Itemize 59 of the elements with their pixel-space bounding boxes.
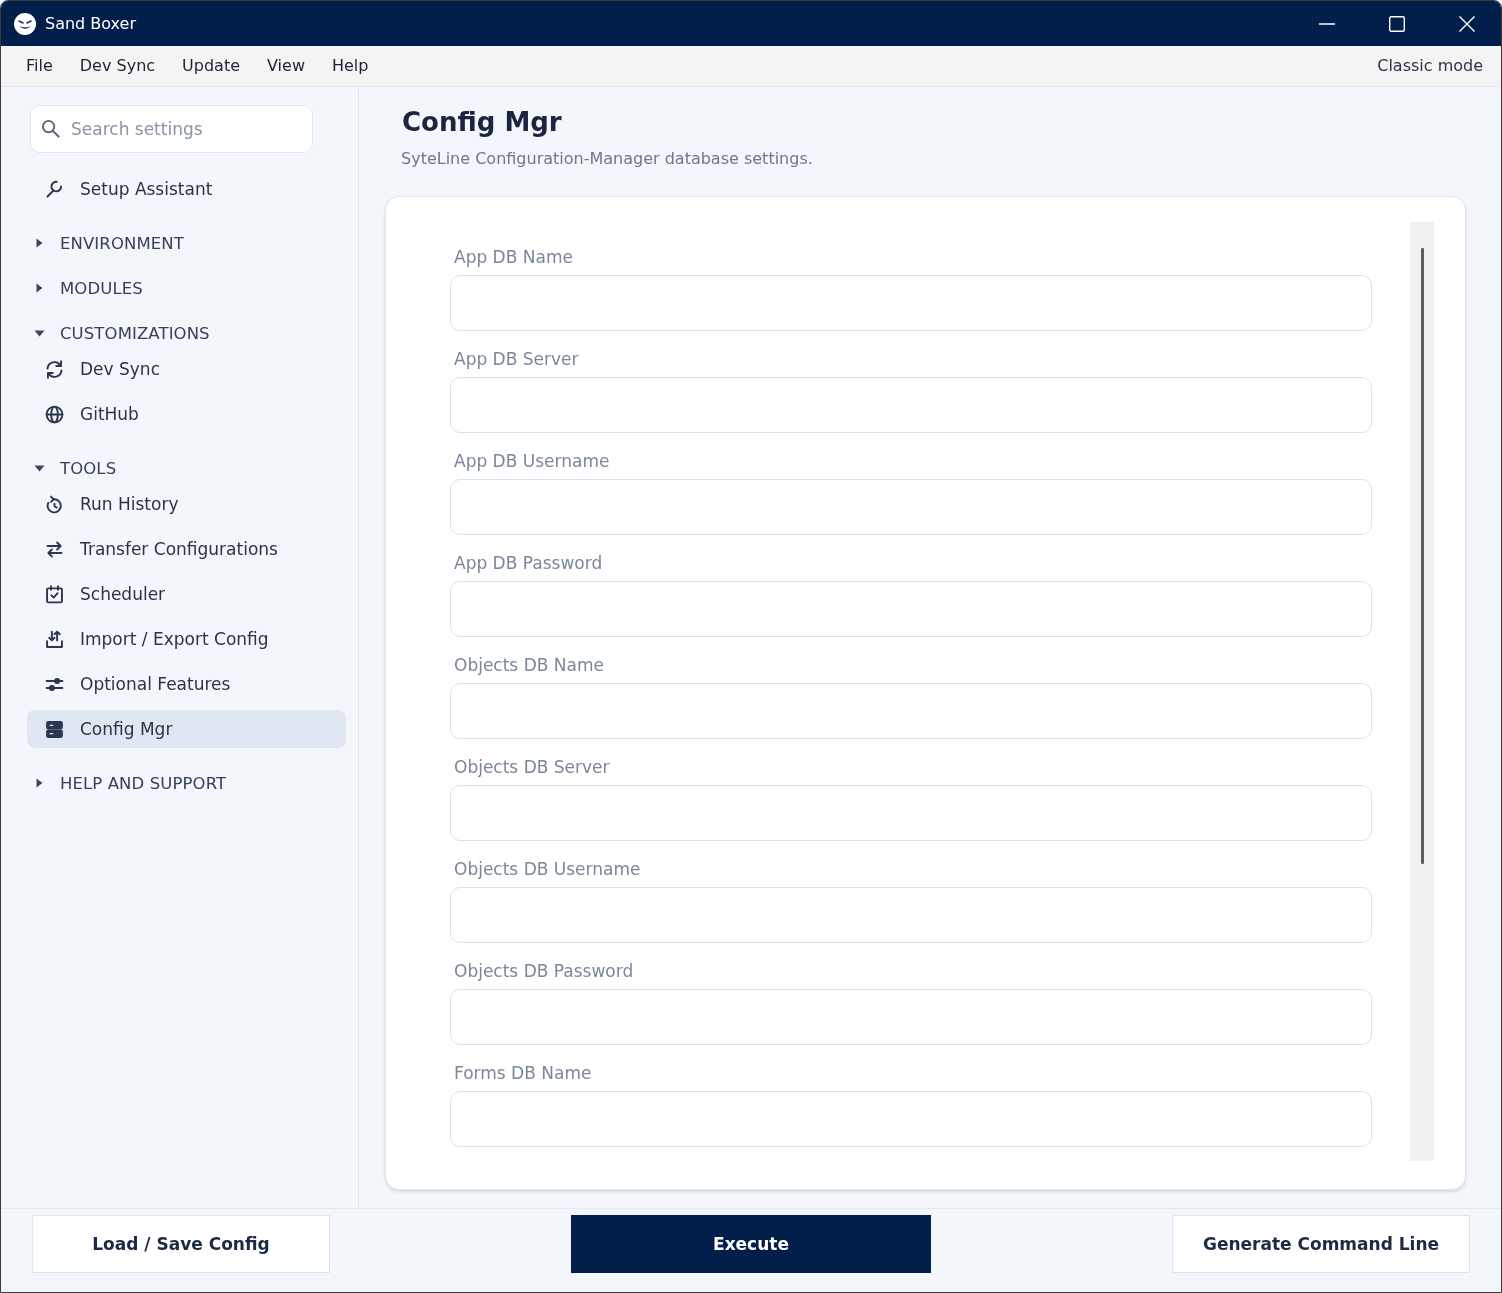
nav-item[interactable]: Setup Assistant <box>27 170 346 208</box>
page-title: Config Mgr <box>401 106 563 139</box>
wrench-icon <box>44 178 65 200</box>
text-field[interactable] <box>450 989 1372 1045</box>
field-label: Objects DB Server <box>453 756 611 779</box>
maximize-icon[interactable] <box>1389 15 1405 32</box>
action-button[interactable]: Load / Save Config <box>32 1215 330 1273</box>
text-field[interactable] <box>450 581 1372 637</box>
section-header[interactable]: MODULES <box>27 271 346 305</box>
text-field[interactable] <box>450 479 1372 535</box>
nav-item[interactable]: Optional Features <box>27 665 346 703</box>
text-field[interactable] <box>450 887 1372 943</box>
field-label: Forms DB Name <box>453 1062 593 1085</box>
field-label: Objects DB Name <box>453 654 605 677</box>
globe-icon <box>44 403 65 425</box>
menu-item[interactable]: Dev Sync <box>79 55 156 77</box>
field-label: App DB Username <box>453 450 611 473</box>
field-label: App DB Name <box>453 246 574 269</box>
field-label: Objects DB Password <box>453 960 635 983</box>
server-icon <box>44 718 65 740</box>
text-field[interactable] <box>450 377 1372 433</box>
action-button[interactable]: Generate Command Line <box>1172 1215 1470 1273</box>
menu-item[interactable]: Update <box>182 55 240 77</box>
nav-item[interactable]: Dev Sync <box>27 350 346 388</box>
menu-item[interactable]: File <box>26 55 53 77</box>
field-label: App DB Server <box>453 348 580 371</box>
minimize-icon[interactable] <box>1319 22 1335 25</box>
calendar-check-icon <box>44 583 65 605</box>
text-field[interactable] <box>450 683 1372 739</box>
action-button[interactable]: Execute <box>571 1215 931 1273</box>
menu-item[interactable]: Help <box>332 55 369 77</box>
nav-item[interactable]: Run History <box>27 485 346 523</box>
nav-item[interactable]: Config Mgr <box>27 710 346 748</box>
history-icon <box>44 493 65 515</box>
nav-item[interactable]: GitHub <box>27 395 346 433</box>
nav-item[interactable]: Scheduler <box>27 575 346 613</box>
field-label: Objects DB Username <box>453 858 642 881</box>
menu-item[interactable]: View <box>267 55 305 77</box>
close-icon[interactable] <box>1459 15 1475 32</box>
section-header[interactable]: TOOLS <box>27 451 346 485</box>
section-header[interactable]: HELP AND SUPPORT <box>27 766 346 800</box>
nav-item[interactable]: Transfer Configurations <box>27 530 346 568</box>
scrollbar-track[interactable] <box>1410 222 1434 1161</box>
window-title: Sand Boxer <box>45 14 136 33</box>
scrollbar-thumb[interactable] <box>1420 248 1424 864</box>
mode-link[interactable]: Classic mode <box>1377 55 1483 77</box>
section-header[interactable]: CUSTOMIZATIONS <box>27 316 346 350</box>
nav-item[interactable]: Import / Export Config <box>27 620 346 658</box>
page-subtitle: SyteLine Configuration-Manager database settings. <box>400 148 814 170</box>
field-label: App DB Password <box>453 552 604 575</box>
text-field[interactable] <box>450 785 1372 841</box>
app-logo-icon <box>14 12 36 35</box>
search-icon <box>41 119 60 138</box>
upload-download-icon <box>44 628 65 650</box>
text-field[interactable] <box>450 1091 1372 1147</box>
sync-icon <box>44 358 65 380</box>
section-header[interactable]: ENVIRONMENT <box>27 226 346 260</box>
text-field[interactable] <box>450 275 1372 331</box>
search-field[interactable]: Search settings <box>30 105 313 153</box>
